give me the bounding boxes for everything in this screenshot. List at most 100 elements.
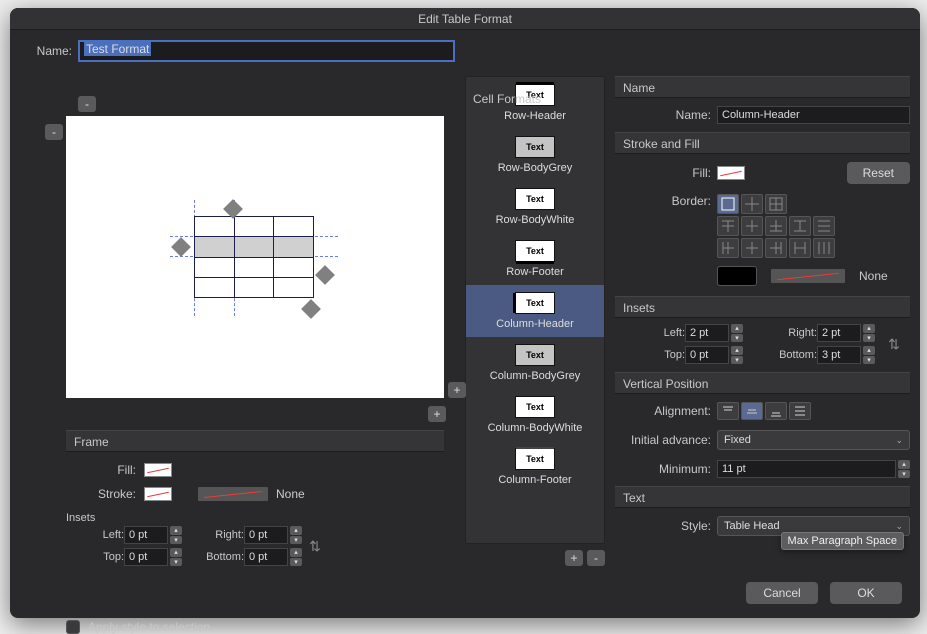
border-left-icon[interactable] (717, 238, 739, 258)
cancel-button[interactable]: Cancel (746, 582, 818, 604)
cell-format-thumb: Text (515, 136, 555, 158)
cell-format-thumb: Text (515, 344, 555, 366)
frame-left-input[interactable] (124, 526, 168, 544)
r-initadv-label: Initial advance: (615, 433, 711, 447)
r-stroke-header: Stroke and Fill (615, 132, 910, 154)
r-minimum-label: Minimum: (615, 462, 711, 476)
cell-format-item[interactable]: TextRow-Footer (466, 233, 604, 285)
frame-stroke-swatch[interactable] (144, 487, 172, 501)
cell-left-stepper[interactable]: ▴▾ (731, 324, 743, 342)
format-name-label: Name: (32, 44, 72, 58)
cell-right-input[interactable] (817, 324, 861, 342)
handle-left[interactable] (171, 237, 191, 257)
border-hmid-icon[interactable] (741, 216, 763, 236)
edit-table-format-dialog: Edit Table Format Name: Test Format - - (10, 8, 920, 618)
border-right-icon[interactable] (765, 238, 787, 258)
cell-format-thumb: Text (515, 292, 555, 314)
r-right-label: Right: (753, 327, 817, 339)
initial-advance-select[interactable]: Fixed⌄ (717, 430, 910, 450)
cell-left-input[interactable] (685, 324, 729, 342)
remove-column-button[interactable]: - (78, 96, 96, 112)
dialog-title: Edit Table Format (10, 8, 920, 30)
cell-format-label: Row-Footer (506, 266, 563, 278)
add-column-button[interactable]: + (428, 406, 446, 422)
border-color-chip[interactable] (717, 266, 757, 286)
cell-format-item[interactable]: Text Row-BodyGrey (466, 129, 604, 181)
border-inner-icon[interactable] (741, 194, 763, 214)
border-width-value: None (859, 269, 907, 283)
apply-style-checkbox[interactable] (66, 620, 80, 634)
cell-format-label: Row-BodyGrey (498, 162, 573, 174)
border-picker[interactable] (717, 194, 907, 258)
minimum-stepper[interactable]: ▴▾ (898, 460, 910, 478)
frame-left-stepper[interactable]: ▴▾ (170, 526, 182, 544)
cell-format-label: Column-BodyWhite (488, 422, 583, 434)
handle-bottom[interactable] (301, 299, 321, 319)
r-insets-header: Insets (615, 296, 910, 318)
cell-bottom-stepper[interactable]: ▴▾ (863, 346, 875, 364)
border-hrows-icon[interactable] (789, 216, 811, 236)
cell-link-insets-icon[interactable]: ⇅ (885, 325, 903, 363)
cell-formats-list: TextRow-HeaderTextRow-BodyGreyTextRow-Bo… (465, 76, 605, 544)
minimum-input[interactable] (717, 460, 896, 478)
r-name-header: Name (615, 76, 910, 98)
cell-bottom-input[interactable] (817, 346, 861, 364)
max-paragraph-space-tooltip: Max Paragraph Space (781, 532, 904, 550)
frame-left-label: Left: (66, 529, 124, 541)
frame-stroke-slider[interactable] (198, 487, 268, 501)
cell-format-name-input[interactable] (717, 106, 910, 124)
border-vall-icon[interactable] (813, 238, 835, 258)
border-all-icon[interactable] (765, 194, 787, 214)
frame-bottom-input[interactable] (244, 548, 288, 566)
ok-button[interactable]: OK (830, 582, 902, 604)
cell-format-item[interactable]: TextRow-BodyWhite (466, 181, 604, 233)
r-align-label: Alignment: (615, 404, 711, 418)
valign-bottom-icon[interactable] (765, 402, 787, 420)
r-text-header: Text (615, 486, 910, 508)
cell-format-label: Row-Header (504, 110, 566, 122)
border-width-slider[interactable] (771, 269, 845, 283)
frame-bottom-stepper[interactable]: ▴▾ (290, 548, 302, 566)
link-insets-icon[interactable]: ⇅ (306, 527, 324, 565)
r-top-label: Top: (615, 349, 685, 361)
border-top-icon[interactable] (717, 216, 739, 236)
cell-format-add-button[interactable]: + (565, 550, 583, 566)
cell-right-stepper[interactable]: ▴▾ (863, 324, 875, 342)
r-vpos-header: Vertical Position (615, 372, 910, 394)
table-preview[interactable] (66, 116, 444, 398)
border-outer-icon[interactable] (717, 194, 739, 214)
frame-top-stepper[interactable]: ▴▾ (170, 548, 182, 566)
frame-right-input[interactable] (244, 526, 288, 544)
border-bottom-icon[interactable] (765, 216, 787, 236)
cell-format-item[interactable]: Text Column-BodyWhite (466, 389, 604, 441)
add-row-button[interactable]: + (448, 382, 466, 398)
cell-format-label: Column-Header (496, 318, 574, 330)
cell-top-stepper[interactable]: ▴▾ (731, 346, 743, 364)
apply-style-label: Apply style to selection (88, 620, 210, 634)
cell-format-thumb: Text (515, 396, 555, 418)
cell-format-label: Column-BodyGrey (490, 370, 580, 382)
cell-format-remove-button[interactable]: - (587, 550, 605, 566)
valign-top-icon[interactable] (717, 402, 739, 420)
border-vcols-icon[interactable] (789, 238, 811, 258)
frame-section-header: Frame (66, 430, 444, 452)
valign-middle-icon[interactable] (741, 402, 763, 420)
frame-right-stepper[interactable]: ▴▾ (290, 526, 302, 544)
cell-top-input[interactable] (685, 346, 729, 364)
cell-format-item[interactable]: Text Column-Header (466, 285, 604, 337)
cell-format-label: Row-BodyWhite (496, 214, 575, 226)
frame-stroke-label: Stroke: (66, 487, 136, 501)
border-vmid-icon[interactable] (741, 238, 763, 258)
border-hall-icon[interactable] (813, 216, 835, 236)
handle-right[interactable] (315, 265, 335, 285)
valign-picker[interactable] (717, 402, 811, 420)
cell-format-item[interactable]: Text Column-BodyGrey (466, 337, 604, 389)
frame-top-input[interactable] (124, 548, 168, 566)
reset-button[interactable]: Reset (847, 162, 910, 184)
frame-fill-swatch[interactable] (144, 463, 172, 477)
cell-fill-swatch[interactable] (717, 166, 745, 180)
valign-justify-icon[interactable] (789, 402, 811, 420)
cell-format-item[interactable]: TextColumn-Footer (466, 441, 604, 493)
format-name-input[interactable]: Test Format (78, 40, 455, 62)
remove-row-button[interactable]: - (45, 124, 63, 140)
